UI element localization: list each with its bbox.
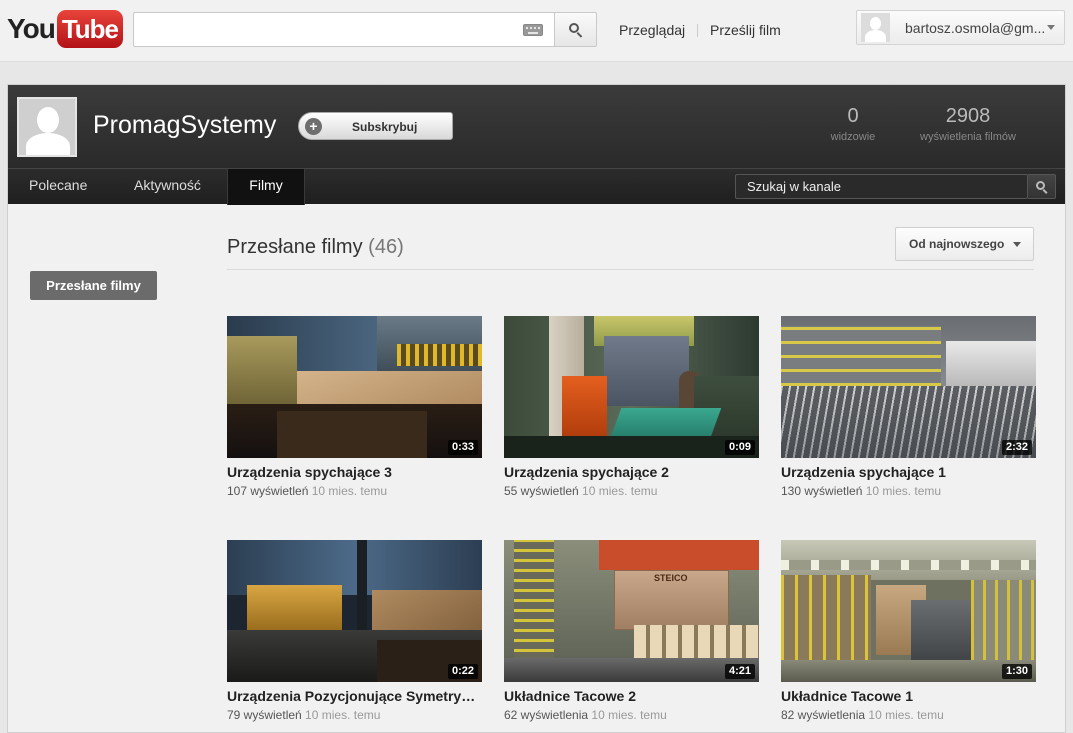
video-card[interactable]: 0:22 Urządzenia Pozycjonujące Symetryczn…: [227, 540, 482, 722]
video-thumbnail[interactable]: 0:22: [227, 540, 482, 682]
video-views: 130 wyświetleń: [781, 484, 863, 498]
browse-link[interactable]: Przeglądaj: [619, 22, 685, 38]
video-card[interactable]: STEICO 4:21 Układnice Tacowe 2 62 wyświe…: [504, 540, 759, 722]
video-age: 10 mies. temu: [591, 708, 667, 722]
video-title[interactable]: Układnice Tacowe 2: [504, 688, 759, 704]
video-age: 10 mies. temu: [311, 484, 388, 498]
channel-header: PromagSystemy + Subskrybuj 0 widzowie 29…: [8, 85, 1065, 168]
video-thumbnail[interactable]: 0:09: [504, 316, 759, 458]
video-card[interactable]: 1:30 Układnice Tacowe 1 82 wyświetlenia …: [781, 540, 1036, 722]
video-views: 62 wyświetlenia: [504, 708, 589, 722]
video-duration: 4:21: [724, 664, 755, 679]
video-meta: 62 wyświetlenia 10 mies. temu: [504, 708, 759, 722]
search-icon: [1035, 180, 1048, 194]
video-duration: 0:22: [447, 664, 478, 679]
video-title[interactable]: Układnice Tacowe 1: [781, 688, 1036, 704]
video-duration: 0:09: [724, 440, 755, 455]
video-duration: 0:33: [447, 440, 478, 455]
tab-activity[interactable]: Aktywność: [134, 169, 201, 205]
video-meta: 107 wyświetleń 10 mies. temu: [227, 484, 482, 498]
video-thumbnail[interactable]: STEICO 4:21: [504, 540, 759, 682]
upload-link[interactable]: Prześlij film: [710, 22, 781, 38]
search-button[interactable]: [554, 12, 597, 47]
view-count: 2908: [945, 105, 991, 127]
channel-avatar[interactable]: [17, 97, 77, 157]
video-duration: 1:30: [1001, 664, 1032, 679]
video-count: (46): [368, 236, 404, 258]
video-views: 79 wyświetleń: [227, 708, 302, 722]
nav-divider: [697, 24, 698, 37]
video-meta: 79 wyświetleń 10 mies. temu: [227, 708, 482, 722]
plus-icon: +: [305, 118, 322, 135]
channel-tabs: Polecane Aktywność Filmy Szukaj w kanale: [8, 168, 1065, 205]
chevron-down-icon: [1013, 242, 1021, 247]
subscriber-count: 0: [847, 105, 859, 127]
video-title[interactable]: Urządzenia Pozycjonujące Symetryczne: [227, 688, 482, 704]
sort-dropdown[interactable]: Od najnowszego: [895, 227, 1034, 261]
video-thumbnail[interactable]: 1:30: [781, 540, 1036, 682]
box-brand-label: STEICO: [654, 573, 688, 583]
masthead: You Tube Przeglądaj Prześlij film bartos…: [0, 0, 1073, 62]
view-count-label: wyświetlenia filmów: [920, 131, 1016, 143]
video-age: 10 mies. temu: [582, 484, 658, 498]
chevron-down-icon: [1047, 25, 1055, 30]
section-divider: [227, 269, 1034, 270]
uploads-filter-button[interactable]: Przesłane filmy: [30, 271, 157, 300]
video-meta: 130 wyświetleń 10 mies. temu: [781, 484, 1036, 498]
youtube-logo[interactable]: You Tube: [7, 10, 123, 48]
video-thumbnail[interactable]: 0:33: [227, 316, 482, 458]
video-card[interactable]: 0:33 Urządzenia spychające 3 107 wyświet…: [227, 316, 482, 498]
tab-featured[interactable]: Polecane: [29, 169, 87, 205]
video-title[interactable]: Urządzenia spychające 3: [227, 464, 482, 480]
logo-you-text: You: [7, 13, 56, 44]
channel-name[interactable]: PromagSystemy: [93, 111, 276, 140]
section-title-text: Przesłane filmy: [227, 236, 363, 258]
search-icon: [568, 22, 583, 38]
video-age: 10 mies. temu: [305, 708, 381, 722]
user-avatar: [861, 13, 890, 42]
video-title[interactable]: Urządzenia spychające 1: [781, 464, 1036, 480]
video-age: 10 mies. temu: [865, 484, 942, 498]
channel-search-button[interactable]: [1028, 174, 1056, 199]
video-age: 10 mies. temu: [868, 708, 944, 722]
account-menu[interactable]: bartosz.osmola@gm...: [856, 10, 1065, 45]
subscribe-button[interactable]: + Subskrybuj: [298, 112, 453, 140]
video-views: 107 wyświetleń: [227, 484, 309, 498]
search-input[interactable]: [133, 12, 554, 47]
video-views: 55 wyświetleń: [504, 484, 579, 498]
video-card[interactable]: 2:32 Urządzenia spychające 1 130 wyświet…: [781, 316, 1036, 498]
logo-tube-text: Tube: [56, 10, 123, 48]
sort-label: Od najnowszego: [909, 237, 1005, 251]
video-meta: 55 wyświetleń 10 mies. temu: [504, 484, 759, 498]
section-title: Przesłane filmy (46): [227, 236, 404, 259]
tab-videos[interactable]: Filmy: [227, 169, 305, 205]
subscriber-label: widzowie: [830, 131, 876, 143]
channel-page: PromagSystemy + Subskrybuj 0 widzowie 29…: [7, 84, 1066, 733]
video-card[interactable]: 0:09 Urządzenia spychające 2 55 wyświetl…: [504, 316, 759, 498]
user-email: bartosz.osmola@gm...: [905, 20, 1046, 36]
channel-search-input[interactable]: Szukaj w kanale: [735, 174, 1028, 199]
video-views: 82 wyświetlenia: [781, 708, 866, 722]
video-thumbnail[interactable]: 2:32: [781, 316, 1036, 458]
video-meta: 82 wyświetlenia 10 mies. temu: [781, 708, 1036, 722]
video-title[interactable]: Urządzenia spychające 2: [504, 464, 759, 480]
video-duration: 2:32: [1001, 440, 1032, 455]
subscribe-label: Subskrybuj: [352, 120, 418, 134]
keyboard-icon[interactable]: [523, 24, 543, 36]
